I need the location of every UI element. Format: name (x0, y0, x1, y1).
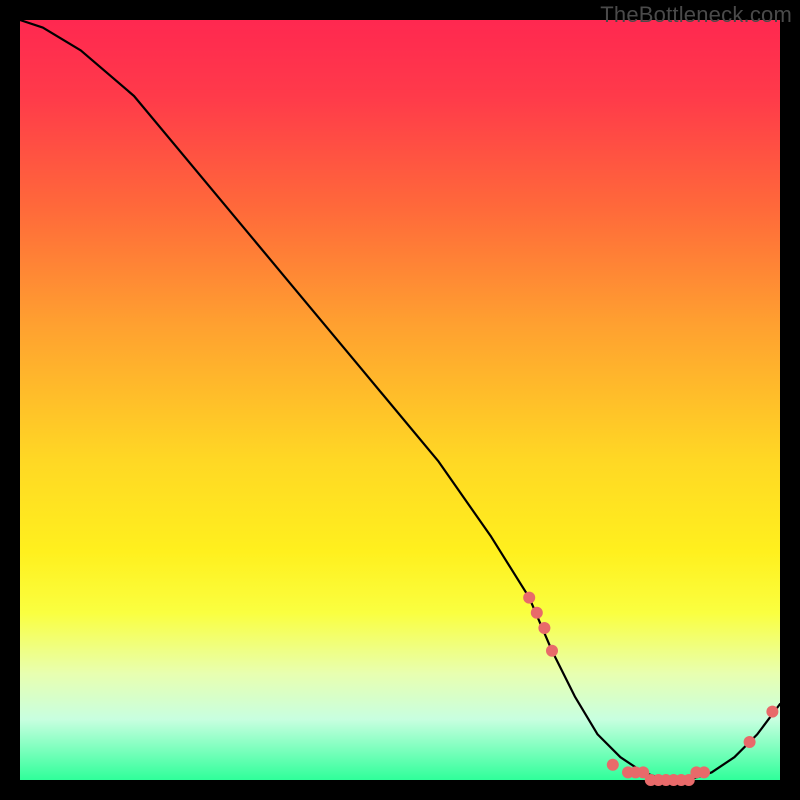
curve-marker (546, 645, 558, 657)
curve-marker (744, 736, 756, 748)
curve-marker (698, 766, 710, 778)
curve-marker (766, 706, 778, 718)
watermark-text: TheBottleneck.com (600, 2, 792, 28)
curve-svg (20, 20, 780, 780)
curve-markers (523, 592, 778, 786)
bottleneck-curve (20, 20, 780, 780)
curve-marker (607, 759, 619, 771)
curve-marker (538, 622, 550, 634)
plot-area (20, 20, 780, 780)
chart-frame: TheBottleneck.com (0, 0, 800, 800)
curve-marker (531, 607, 543, 619)
curve-marker (523, 592, 535, 604)
